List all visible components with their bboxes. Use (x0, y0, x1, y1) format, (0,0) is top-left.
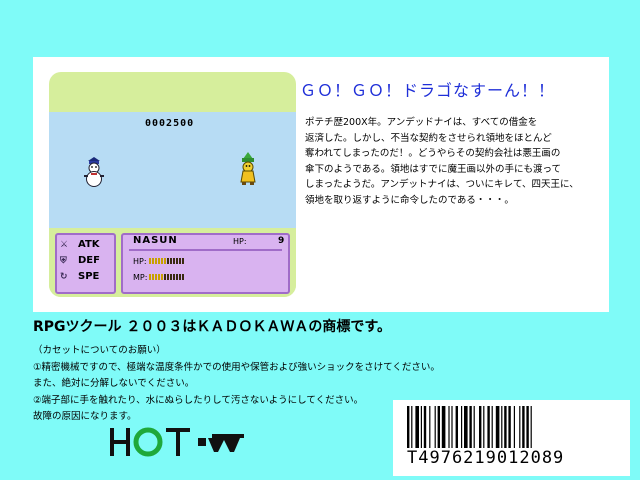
description-line: しまったようだ。アンデットナイは、ついにキレて、四天王に、 (305, 179, 579, 190)
barcode-label: T4976219012089 (393, 400, 630, 476)
barcode-bar (448, 406, 450, 448)
description-line: 傘下のようである。領地はすでに魔王画以外の手にも渡って (305, 163, 562, 175)
game-screenshot: 0002500 ⚔ ATK ⛨ DEF ↻ SPE NASUN HP: 9 HP… (49, 72, 296, 297)
mp-bar (149, 273, 185, 282)
barcode-bars (407, 406, 532, 448)
barcode-bar (411, 406, 413, 448)
command-label: ATK (78, 239, 100, 250)
score-display: 0002500 (145, 118, 195, 129)
nasun-hero-sprite (240, 152, 256, 185)
barcode-bar (437, 406, 440, 448)
barcode-bar (501, 406, 503, 448)
barcode-bar (495, 406, 500, 448)
bar-segment (176, 274, 179, 280)
mp-bar-label: MP: (133, 273, 148, 282)
description-line: 奪われてしまったのだ！。どうやらその契約会社は悪王画の (305, 148, 561, 159)
barcode-bar (483, 406, 485, 448)
bar-segment (167, 274, 170, 280)
description-line: 返済した。しかし、不当な契約をさせられ領地をほとんど (305, 132, 552, 144)
hp-label: HP: (233, 237, 247, 246)
bar-segment (149, 274, 152, 280)
battle-field: 0002500 (49, 112, 296, 228)
notice-line: ②端子部に手を触れたり、水にぬらしたりして汚さないようにしてください。 (33, 394, 364, 406)
barcode-bar (464, 406, 468, 448)
command-label: DEF (78, 255, 100, 266)
barcode-bar (491, 406, 493, 448)
command-menu: ⚔ ATK ⛨ DEF ↻ SPE (55, 233, 116, 294)
bar-segment (155, 274, 158, 280)
hot-b-logo (110, 427, 244, 457)
bar-segment (151, 258, 154, 264)
name-divider (129, 249, 282, 251)
barcode-bar (469, 406, 472, 448)
barcode-bar (429, 406, 431, 448)
story-description: ポテチ歴200X年。アンデッドナイは、すべての借金を 返済した。しかし、不当な契… (305, 115, 605, 208)
bar-segment (158, 274, 161, 280)
bar-segment (161, 274, 164, 280)
barcode-bar (451, 406, 453, 448)
barcode-bar (420, 406, 422, 448)
hp-bar (148, 257, 185, 266)
barcode-bar (504, 406, 507, 448)
bar-segment (148, 258, 151, 264)
character-status-panel: NASUN HP: 9 HP: MP: (121, 233, 290, 294)
bar-segment (163, 258, 166, 264)
barcode-bar (407, 406, 410, 448)
bar-segment (181, 258, 184, 264)
bar-segment (164, 274, 167, 280)
bar-segment (173, 274, 176, 280)
barcode-bar (519, 406, 521, 448)
mp-bar-row: MP: (133, 273, 185, 282)
barcode-bar (415, 406, 419, 448)
command-spe: ↻ SPE (60, 270, 99, 284)
notice-line: また、絶対に分解しないでください。 (33, 378, 195, 389)
bar-segment (152, 274, 155, 280)
bar-segment (179, 274, 182, 280)
hp-bar-row: HP: (133, 257, 185, 266)
command-label: SPE (78, 271, 100, 282)
barcode-bar (508, 406, 511, 448)
barcode-bar (473, 406, 475, 448)
command-atk: ⚔ ATK (60, 238, 100, 252)
bar-segment (166, 258, 169, 264)
game-title: ＧＯ！ＧＯ！ドラゴなすーん！！ (300, 81, 556, 100)
notice-line: ①精密機械ですので、極端な温度条件かでの使用や保管および強いショックをさけてくだ… (33, 361, 440, 373)
description-line: ポテチ歴200X年。アンデッドナイは、すべての借金を (305, 117, 538, 128)
hp-value: 9 (278, 236, 285, 246)
bar-segment (169, 258, 172, 264)
bar-segment (154, 258, 157, 264)
bar-segment (170, 274, 173, 280)
hp-bar-label: HP: (133, 257, 147, 266)
trademark-notice: RPGツクール ２００３はＫＡＤＯＫＡＷＡの商標です。 (33, 319, 392, 335)
barcode-bar (479, 406, 482, 448)
character-name: NASUN (133, 235, 178, 246)
sword-icon: ⚔ (60, 240, 69, 250)
barcode-bar (487, 406, 490, 448)
barcode-bar (461, 406, 463, 448)
bar-segment (157, 258, 160, 264)
description-line: 領地を取り返すように命令したのである・・・。 (305, 194, 514, 206)
shield-icon: ⛨ (60, 256, 67, 266)
bar-segment (175, 258, 178, 264)
bar-segment (172, 258, 175, 264)
bar-segment (160, 258, 163, 264)
bar-segment (178, 258, 181, 264)
barcode-bar (455, 406, 458, 448)
barcode-bar (441, 406, 446, 448)
cartridge-care-notice: （カセットについてのお願い） ①精密機械ですので、極端な温度条件かでの使用や保管… (33, 343, 440, 426)
barcode-bar (530, 406, 532, 448)
speed-icon: ↻ (60, 272, 68, 282)
barcode-number: T4976219012089 (407, 448, 565, 468)
bar-segment (182, 274, 185, 280)
snowman-enemy-sprite (84, 157, 104, 187)
barcode-bar (423, 406, 427, 448)
battle-status-bar: ⚔ ATK ⛨ DEF ↻ SPE NASUN HP: 9 HP: MP: (49, 228, 296, 297)
barcode-bar (526, 406, 529, 448)
command-def: ⛨ DEF (60, 254, 100, 268)
barcode-bar (513, 406, 515, 448)
barcode-bar (434, 406, 436, 448)
barcode-bar (522, 406, 525, 448)
notice-line: （カセットについてのお願い） (33, 345, 166, 356)
